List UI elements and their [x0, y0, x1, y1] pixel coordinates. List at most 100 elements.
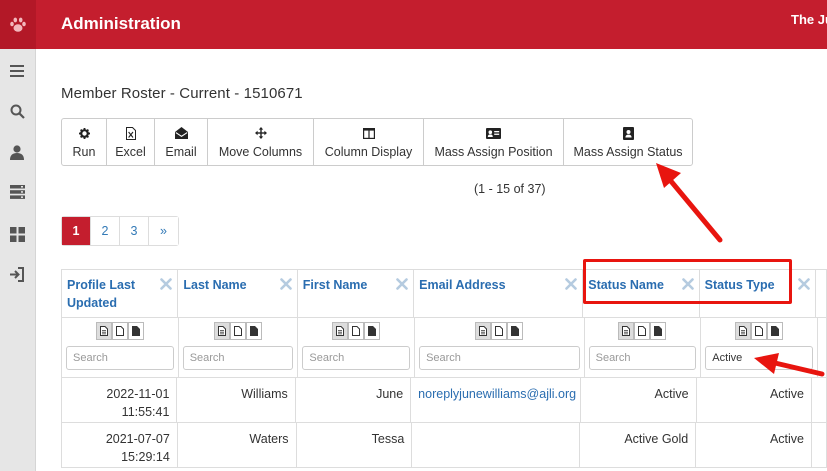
id-card-icon	[486, 126, 501, 140]
column-header-last-name[interactable]: Last Name	[178, 270, 298, 318]
contact-book-icon	[622, 126, 634, 140]
column-header-label: Status Name	[588, 278, 664, 292]
storage-icon[interactable]	[6, 181, 28, 203]
file-outline-icon[interactable]	[491, 322, 508, 340]
search-input[interactable]	[302, 346, 411, 370]
text-format-icon[interactable]	[618, 322, 635, 340]
filter-cell	[178, 318, 299, 378]
user-icon[interactable]	[6, 141, 28, 163]
profile-updated-cell: 2022-11-01 11:55:41	[62, 378, 178, 423]
status-name-cell: Active Gold	[580, 423, 697, 468]
excel-file-icon	[125, 126, 136, 140]
file-solid-icon[interactable]	[507, 322, 524, 340]
status-type-filter-input[interactable]	[705, 346, 813, 370]
dashboard-icon[interactable]	[6, 223, 28, 245]
excel-label: Excel	[115, 145, 146, 159]
first-name-cell: June	[295, 378, 412, 423]
page-title: Member Roster - Current - 1510671	[61, 85, 303, 102]
search-input[interactable]	[182, 346, 294, 370]
organization-name[interactable]: The Ju	[791, 12, 827, 27]
page-3-link[interactable]: 3	[120, 217, 149, 245]
status-name-cell: Active	[581, 378, 697, 423]
file-solid-icon[interactable]	[650, 322, 667, 340]
file-solid-icon[interactable]	[127, 322, 144, 340]
remove-column-icon[interactable]	[160, 278, 173, 290]
file-outline-icon[interactable]	[751, 322, 768, 340]
column-header-profile-last-updated[interactable]: Profile Last Updated	[62, 270, 179, 318]
mass-assign-status-label: Mass Assign Status	[573, 145, 683, 159]
remove-column-icon[interactable]	[798, 278, 810, 290]
last-name-cell: Williams	[177, 378, 296, 423]
run-label: Run	[72, 145, 96, 159]
move-arrows-icon	[254, 126, 267, 140]
filter-cell	[701, 318, 818, 378]
text-format-icon[interactable]	[475, 322, 492, 340]
file-solid-icon[interactable]	[246, 322, 263, 340]
file-outline-icon[interactable]	[230, 322, 247, 340]
column-header-label: Last Name	[183, 278, 247, 292]
column-header-overflow	[816, 270, 827, 318]
text-format-icon[interactable]	[214, 322, 231, 340]
filter-cell	[62, 318, 179, 378]
column-display-button[interactable]: Column Display	[314, 119, 424, 165]
filter-overflow	[817, 318, 827, 378]
table-row[interactable]: 2022-11-01 11:55:41 Williams June noreply…	[62, 378, 827, 423]
report-toolbar: Run Excel Email Move Columns Column Disp…	[61, 118, 693, 166]
column-header-label: Profile Last Updated	[67, 278, 136, 310]
remove-column-icon[interactable]	[681, 278, 694, 290]
remove-column-icon[interactable]	[279, 278, 292, 290]
search-icon[interactable]	[6, 100, 28, 122]
remove-column-icon[interactable]	[565, 278, 578, 290]
header-row: Profile Last Updated Last Name First Nam…	[62, 270, 827, 318]
search-input[interactable]	[419, 346, 580, 370]
remove-column-icon[interactable]	[396, 278, 408, 290]
column-header-email-address[interactable]: Email Address	[414, 270, 584, 318]
file-outline-icon[interactable]	[348, 322, 365, 340]
page-1-link[interactable]: 1	[62, 217, 91, 245]
next-page-link[interactable]: »	[149, 217, 178, 245]
arrow-to-mass-assign-status-icon	[656, 163, 723, 243]
text-format-icon[interactable]	[95, 322, 112, 340]
run-button[interactable]: Run	[62, 119, 107, 165]
filter-cell	[298, 318, 416, 378]
table-row[interactable]: 2021-07-07 15:29:14 Waters Tessa Active G…	[62, 423, 827, 468]
column-header-first-name[interactable]: First Name	[297, 270, 415, 318]
filter-cell	[584, 318, 702, 378]
sign-in-icon[interactable]	[6, 263, 28, 285]
excel-button[interactable]: Excel	[107, 119, 155, 165]
status-type-cell: Active	[696, 378, 812, 423]
file-solid-icon[interactable]	[767, 322, 784, 340]
envelope-open-icon	[174, 126, 188, 140]
overflow-cell	[812, 423, 827, 468]
text-format-icon[interactable]	[735, 322, 752, 340]
filter-row	[62, 318, 827, 378]
file-outline-icon[interactable]	[111, 322, 128, 340]
profile-updated-cell: 2021-07-07 15:29:14	[62, 423, 178, 468]
move-columns-button[interactable]: Move Columns	[208, 119, 314, 165]
column-header-status-name[interactable]: Status Name	[583, 270, 700, 318]
member-roster-table: Profile Last Updated Last Name First Nam…	[61, 269, 827, 468]
file-outline-icon[interactable]	[634, 322, 651, 340]
search-input[interactable]	[66, 346, 174, 370]
pagination: 1 2 3 »	[61, 216, 179, 246]
text-format-icon[interactable]	[332, 322, 349, 340]
email-label: Email	[165, 145, 197, 159]
last-name-cell: Waters	[177, 423, 297, 468]
search-input[interactable]	[588, 346, 697, 370]
paw-logo-icon[interactable]	[0, 0, 36, 49]
record-count: (1 - 15 of 37)	[474, 182, 546, 196]
email-link[interactable]	[412, 423, 581, 468]
gear-icon	[78, 126, 90, 140]
column-display-label: Column Display	[324, 145, 413, 159]
column-header-label: Status Type	[704, 278, 775, 292]
mass-assign-position-button[interactable]: Mass Assign Position	[424, 119, 564, 165]
column-header-status-type[interactable]: Status Type	[699, 270, 817, 318]
file-solid-icon[interactable]	[364, 322, 381, 340]
status-type-cell: Active	[696, 423, 813, 468]
first-name-cell: Tessa	[296, 423, 413, 468]
page-2-link[interactable]: 2	[91, 217, 120, 245]
menu-icon[interactable]	[6, 60, 28, 82]
mass-assign-status-button[interactable]: Mass Assign Status	[564, 119, 692, 165]
email-button[interactable]: Email	[155, 119, 208, 165]
email-link[interactable]: noreplyjunewilliams@ajli.org	[411, 378, 582, 423]
